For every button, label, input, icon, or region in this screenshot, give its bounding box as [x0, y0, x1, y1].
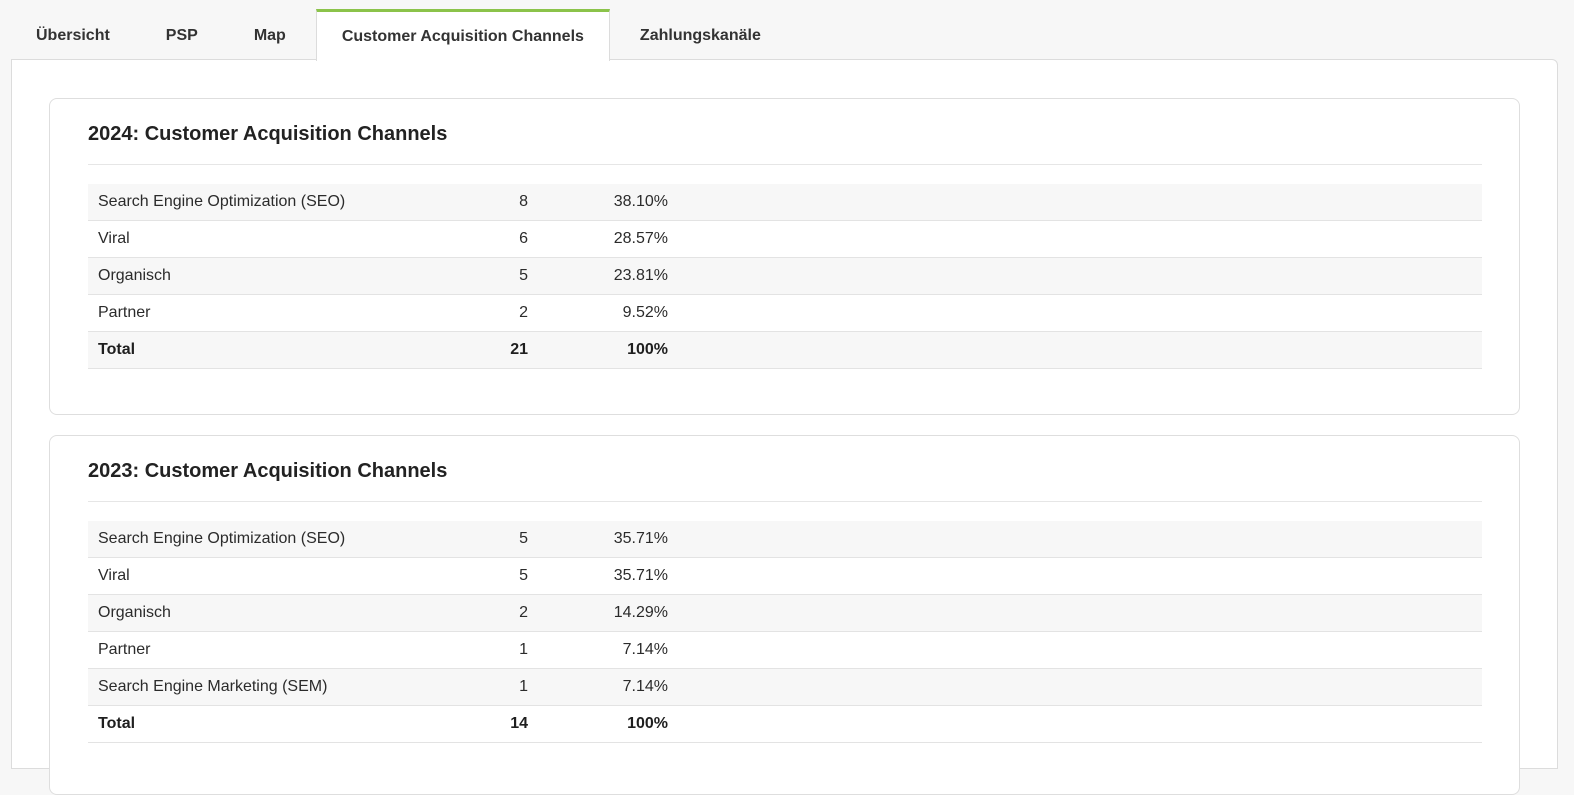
- channel-count: 5: [519, 530, 528, 547]
- channel-name: Search Engine Optimization (SEO): [98, 530, 346, 547]
- table-row: Viral 5 35.71%: [88, 558, 1482, 595]
- channel-name: Partner: [98, 304, 151, 321]
- section-title: 2023: Customer Acquisition Channels: [88, 460, 448, 482]
- channel-percent: 7.14%: [622, 641, 668, 658]
- channel-name: Search Engine Marketing (SEM): [98, 678, 328, 695]
- channel-percent: 35.71%: [613, 530, 668, 547]
- tab-bar: Übersicht PSP Map Customer Acquisition C…: [11, 9, 786, 61]
- channel-name: Partner: [98, 641, 151, 658]
- channel-percent: 23.81%: [613, 267, 668, 284]
- channel-name: Viral: [98, 230, 130, 247]
- channel-name: Search Engine Optimization (SEO): [98, 193, 346, 210]
- table-total-row: Total 14 100%: [88, 706, 1482, 743]
- table-row: Viral 6 28.57%: [88, 221, 1482, 258]
- tab-map[interactable]: Map: [225, 9, 316, 60]
- divider: [88, 164, 1482, 165]
- table-row: Partner 1 7.14%: [88, 632, 1482, 669]
- channels-table: Search Engine Optimization (SEO) 5 35.71…: [88, 521, 1482, 743]
- channel-percent: 14.29%: [613, 604, 668, 621]
- total-percent: 100%: [627, 341, 668, 358]
- total-label: Total: [98, 341, 136, 358]
- channels-table: Search Engine Optimization (SEO) 8 38.10…: [88, 184, 1482, 369]
- table-row: Organisch 2 14.29%: [88, 595, 1482, 632]
- total-label: Total: [98, 715, 136, 732]
- section-title: 2024: Customer Acquisition Channels: [88, 123, 448, 145]
- channel-count: 1: [519, 641, 528, 658]
- channel-name: Organisch: [98, 604, 171, 621]
- channel-name: Viral: [98, 567, 130, 584]
- table-row: Search Engine Optimization (SEO) 8 38.10…: [88, 184, 1482, 221]
- tab-panel: 2024: Customer Acquisition Channels Sear…: [11, 59, 1558, 795]
- channel-percent: 9.52%: [622, 304, 668, 321]
- tab-uebersicht[interactable]: Übersicht: [11, 9, 137, 60]
- table-row: Search Engine Optimization (SEO) 5 35.71…: [88, 521, 1482, 558]
- total-count: 21: [510, 341, 528, 358]
- channel-percent: 38.10%: [613, 193, 668, 210]
- tab-customer-acquisition-channels[interactable]: Customer Acquisition Channels: [315, 9, 610, 61]
- channel-count: 5: [519, 267, 528, 284]
- channel-name: Organisch: [98, 267, 171, 284]
- table-row: Search Engine Marketing (SEM) 1 7.14%: [88, 669, 1482, 706]
- channel-percent: 28.57%: [613, 230, 668, 247]
- table-row: Organisch 5 23.81%: [88, 258, 1482, 295]
- total-count: 14: [510, 715, 528, 732]
- channel-count: 2: [519, 304, 528, 321]
- channel-count: 8: [519, 193, 528, 210]
- channel-count: 5: [519, 567, 528, 584]
- tab-zahlungskanaele[interactable]: Zahlungskanäle: [610, 9, 786, 60]
- channel-percent: 7.14%: [622, 678, 668, 695]
- tab-psp[interactable]: PSP: [137, 9, 225, 60]
- section-card-2023: 2023: Customer Acquisition Channels Sear…: [49, 435, 1520, 795]
- channel-count: 2: [519, 604, 528, 621]
- channel-count: 1: [519, 678, 528, 695]
- table-total-row: Total 21 100%: [88, 332, 1482, 369]
- channel-percent: 35.71%: [613, 567, 668, 584]
- table-row: Partner 2 9.52%: [88, 295, 1482, 332]
- divider: [88, 501, 1482, 502]
- total-percent: 100%: [627, 715, 668, 732]
- channel-count: 6: [519, 230, 528, 247]
- section-card-2024: 2024: Customer Acquisition Channels Sear…: [49, 98, 1520, 415]
